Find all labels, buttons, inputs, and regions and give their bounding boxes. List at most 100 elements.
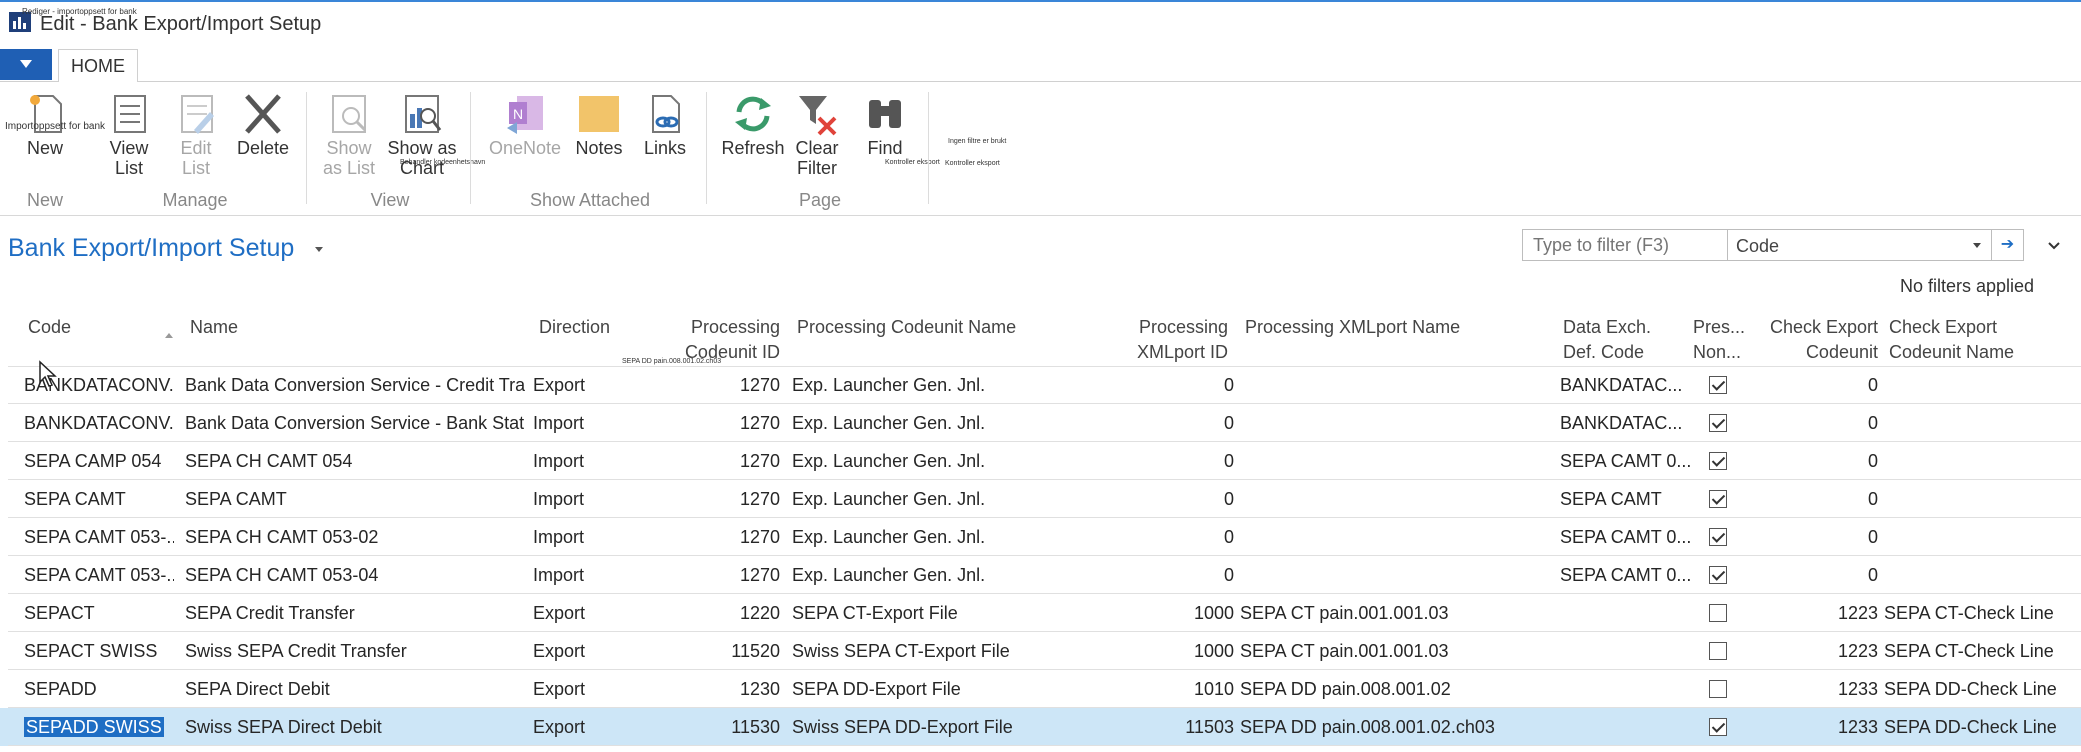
check-export-codeunit-cell[interactable]: 0 xyxy=(1760,412,1878,434)
table-row[interactable]: SEPADD SWISS Swiss SEPA Direct Debit Expor… xyxy=(0,708,2081,746)
processing-codeunit-id-cell[interactable]: 11520 xyxy=(660,640,780,662)
code-cell[interactable]: BANKDATACONV... xyxy=(24,412,174,434)
processing-codeunit-id-cell[interactable]: 1270 xyxy=(660,450,780,472)
column-header-data-exch-def-code[interactable]: Data Exch. Def. Code xyxy=(1563,315,1651,365)
name-cell[interactable]: Swiss SEPA Direct Debit xyxy=(185,716,525,738)
page-title[interactable]: Bank Export/Import Setup xyxy=(8,234,294,263)
code-cell[interactable]: SEPA CAMT xyxy=(24,488,174,510)
processing-xmlport-id-cell[interactable]: 1000 xyxy=(1110,602,1234,624)
column-header-check-export-codeunit-name[interactable]: Check Export Codeunit Name xyxy=(1889,315,2014,365)
processing-codeunit-name-cell[interactable]: Exp. Launcher Gen. Jnl. xyxy=(792,412,1092,434)
check-export-codeunit-name-cell[interactable]: SEPA DD-Check Line xyxy=(1884,678,2081,700)
processing-xmlport-id-cell[interactable]: 1010 xyxy=(1110,678,1234,700)
code-cell[interactable]: SEPADD SWISS xyxy=(24,716,174,738)
processing-xmlport-id-cell[interactable]: 0 xyxy=(1110,374,1234,396)
check-export-codeunit-cell[interactable]: 1233 xyxy=(1760,716,1878,738)
check-export-codeunit-name-cell[interactable]: SEPA CT-Check Line xyxy=(1884,640,2081,662)
data-exch-def-code-cell[interactable]: SEPA CAMT 0... xyxy=(1560,564,1690,586)
data-exch-def-code-cell[interactable]: SEPA CAMT xyxy=(1560,488,1690,510)
app-menu-button[interactable] xyxy=(0,49,52,80)
pres-non-checkbox[interactable] xyxy=(1709,414,1727,432)
view-list-button[interactable]: View List xyxy=(98,92,160,178)
table-row[interactable]: SEPA CAMT 053-... SEPA CH CAMT 053-04 Impo… xyxy=(0,556,2081,594)
direction-cell[interactable]: Import xyxy=(533,488,623,510)
column-header-code[interactable]: Code xyxy=(28,315,71,340)
code-cell[interactable]: SEPA CAMP 054 xyxy=(24,450,174,472)
find-button[interactable]: Find xyxy=(854,92,916,158)
show-as-list-button[interactable]: Show as List xyxy=(318,92,380,178)
pres-non-checkbox[interactable] xyxy=(1709,642,1727,660)
clear-filter-button[interactable]: Clear Filter xyxy=(786,92,848,178)
pres-non-checkbox[interactable] xyxy=(1709,376,1727,394)
processing-codeunit-id-cell[interactable]: 1270 xyxy=(660,488,780,510)
processing-codeunit-name-cell[interactable]: Exp. Launcher Gen. Jnl. xyxy=(792,564,1092,586)
refresh-button[interactable]: Refresh xyxy=(718,92,788,158)
data-exch-def-code-cell[interactable]: SEPA CAMT 0... xyxy=(1560,450,1690,472)
name-cell[interactable]: SEPA CH CAMT 053-02 xyxy=(185,526,525,548)
pres-non-checkbox[interactable] xyxy=(1709,680,1727,698)
pres-non-checkbox[interactable] xyxy=(1709,490,1727,508)
processing-xmlport-id-cell[interactable]: 0 xyxy=(1110,412,1234,434)
delete-button[interactable]: Delete xyxy=(232,92,294,158)
data-exch-def-code-cell[interactable]: SEPA CAMT 0... xyxy=(1560,526,1690,548)
check-export-codeunit-cell[interactable]: 0 xyxy=(1760,374,1878,396)
processing-xmlport-id-cell[interactable]: 11503 xyxy=(1110,716,1234,738)
name-cell[interactable]: SEPA Credit Transfer xyxy=(185,602,525,624)
table-row[interactable]: SEPA CAMT 053-... SEPA CH CAMT 053-02 Impo… xyxy=(0,518,2081,556)
pres-non-checkbox[interactable] xyxy=(1709,566,1727,584)
name-cell[interactable]: Bank Data Conversion Service - Credit Tr… xyxy=(185,374,525,396)
name-cell[interactable]: Bank Data Conversion Service - Bank Stat… xyxy=(185,412,525,434)
check-export-codeunit-cell[interactable]: 1223 xyxy=(1760,640,1878,662)
processing-codeunit-name-cell[interactable]: Swiss SEPA CT-Export File xyxy=(792,640,1092,662)
column-header-processing-xmlport-id[interactable]: Processing XMLport ID xyxy=(1090,315,1228,365)
code-cell[interactable]: SEPACT SWISS xyxy=(24,640,174,662)
processing-xmlport-name-cell[interactable]: SEPA CT pain.001.001.03 xyxy=(1240,602,1550,624)
table-row[interactable]: BANKDATACONV... Bank Data Conversion Serv… xyxy=(0,404,2081,442)
pres-non-checkbox[interactable] xyxy=(1709,718,1727,736)
processing-codeunit-id-cell[interactable]: 1270 xyxy=(660,374,780,396)
table-row[interactable]: SEPA CAMP 054 SEPA CH CAMT 054 Import 1270 E… xyxy=(0,442,2081,480)
processing-xmlport-name-cell[interactable]: SEPA DD pain.008.001.02 xyxy=(1240,678,1550,700)
processing-codeunit-id-cell[interactable]: 1270 xyxy=(660,412,780,434)
name-cell[interactable]: SEPA Direct Debit xyxy=(185,678,525,700)
check-export-codeunit-cell[interactable]: 0 xyxy=(1760,526,1878,548)
table-row[interactable]: SEPACT SEPA Credit Transfer Export 1220 SEPA… xyxy=(0,594,2081,632)
data-exch-def-code-cell[interactable]: BANKDATAC... xyxy=(1560,374,1690,396)
column-header-pres-non[interactable]: Pres... Non... xyxy=(1693,315,1745,365)
code-cell[interactable]: SEPACT xyxy=(24,602,174,624)
collapse-chevron-icon[interactable] xyxy=(2048,240,2060,252)
processing-codeunit-id-cell[interactable]: 1220 xyxy=(660,602,780,624)
table-row[interactable]: BANKDATACONV... Bank Data Conversion Serv… xyxy=(0,366,2081,404)
check-export-codeunit-cell[interactable]: 1223 xyxy=(1760,602,1878,624)
processing-codeunit-name-cell[interactable]: SEPA CT-Export File xyxy=(792,602,1092,624)
processing-xmlport-id-cell[interactable]: 0 xyxy=(1110,450,1234,472)
table-row[interactable]: SEPA CAMT SEPA CAMT Import 1270 Exp. Launche… xyxy=(0,480,2081,518)
processing-codeunit-name-cell[interactable]: Exp. Launcher Gen. Jnl. xyxy=(792,374,1092,396)
direction-cell[interactable]: Export xyxy=(533,716,623,738)
edit-list-button[interactable]: Edit List xyxy=(165,92,227,178)
name-cell[interactable]: SEPA CH CAMT 054 xyxy=(185,450,525,472)
processing-xmlport-id-cell[interactable]: 1000 xyxy=(1110,640,1234,662)
processing-codeunit-id-cell[interactable]: 1270 xyxy=(660,526,780,548)
processing-xmlport-id-cell[interactable]: 0 xyxy=(1110,488,1234,510)
direction-cell[interactable]: Import xyxy=(533,450,623,472)
direction-cell[interactable]: Export xyxy=(533,374,623,396)
column-header-name[interactable]: Name xyxy=(190,315,238,340)
onenote-button[interactable]: N OneNote xyxy=(484,92,566,158)
column-header-direction[interactable]: Direction xyxy=(539,315,610,340)
pres-non-checkbox[interactable] xyxy=(1709,604,1727,622)
data-exch-def-code-cell[interactable]: BANKDATAC... xyxy=(1560,412,1690,434)
direction-cell[interactable]: Import xyxy=(533,564,623,586)
column-header-processing-xmlport-name[interactable]: Processing XMLport Name xyxy=(1245,315,1460,340)
processing-codeunit-name-cell[interactable]: Exp. Launcher Gen. Jnl. xyxy=(792,526,1092,548)
links-button[interactable]: Links xyxy=(634,92,696,158)
filter-input-box[interactable] xyxy=(1522,229,1728,261)
direction-cell[interactable]: Export xyxy=(533,640,623,662)
processing-codeunit-id-cell[interactable]: 1270 xyxy=(660,564,780,586)
processing-xmlport-id-cell[interactable]: 0 xyxy=(1110,526,1234,548)
chevron-down-icon[interactable] xyxy=(315,247,323,252)
processing-xmlport-id-cell[interactable]: 0 xyxy=(1110,564,1234,586)
check-export-codeunit-cell[interactable]: 1233 xyxy=(1760,678,1878,700)
column-header-processing-codeunit-name[interactable]: Processing Codeunit Name xyxy=(797,315,1016,340)
processing-codeunit-name-cell[interactable]: SEPA DD-Export File xyxy=(792,678,1092,700)
